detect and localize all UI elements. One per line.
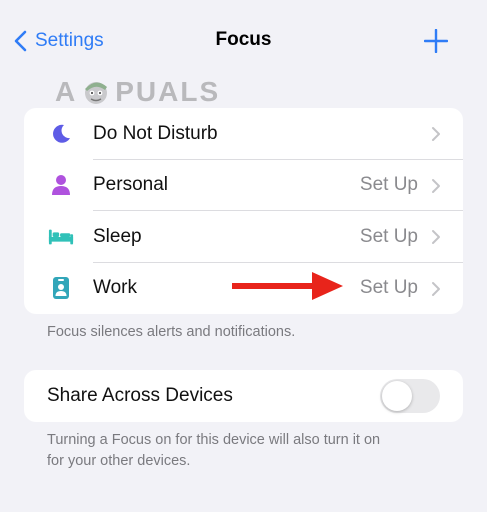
share-across-devices-toggle[interactable] [380,379,440,413]
toggle-knob [382,381,412,411]
share-footer-line-2: for your other devices. [47,453,191,469]
focus-row-label: Do Not Disturb [93,122,218,144]
appuals-watermark: A PUALS [55,74,220,110]
bed-icon [48,211,74,263]
chevron-right-icon [432,281,440,296]
share-footer-note: Turning a Focus on for this device will … [47,430,380,472]
focus-row-personal[interactable]: Personal Set Up [24,160,463,212]
focus-row-label: Personal [93,174,168,196]
focus-row-label: Work [93,277,137,299]
person-icon [48,160,74,212]
focus-footer-note: Focus silences alerts and notifications. [47,324,296,340]
page-title: Focus [215,29,272,50]
add-focus-button[interactable] [424,29,448,53]
share-across-devices-row: Share Across Devices [24,370,463,422]
focus-row-value: Set Up [359,225,418,247]
focus-row-sleep[interactable]: Sleep Set Up [24,211,463,263]
share-label: Share Across Devices [47,385,233,406]
focus-row-value: Set Up [359,277,418,299]
chevron-right-icon [432,178,440,193]
chevron-right-icon [432,230,440,244]
annotation-arrow-icon [232,272,343,300]
share-footer-line-1: Turning a Focus on for this device will … [47,432,381,448]
navigation-bar: Settings Focus [0,0,487,82]
chevron-right-icon [432,127,440,141]
focus-row-label: Sleep [93,225,142,247]
moon-icon [48,108,74,160]
mascot-logo-icon [85,82,108,104]
watermark-text-left: A [55,76,78,107]
share-across-devices-group: Share Across Devices [24,370,463,422]
watermark-text-right: PUALS [115,76,221,107]
focus-row-value: Set Up [359,174,418,196]
focus-row-do-not-disturb[interactable]: Do Not Disturb [24,108,463,160]
badge-icon [48,263,74,315]
